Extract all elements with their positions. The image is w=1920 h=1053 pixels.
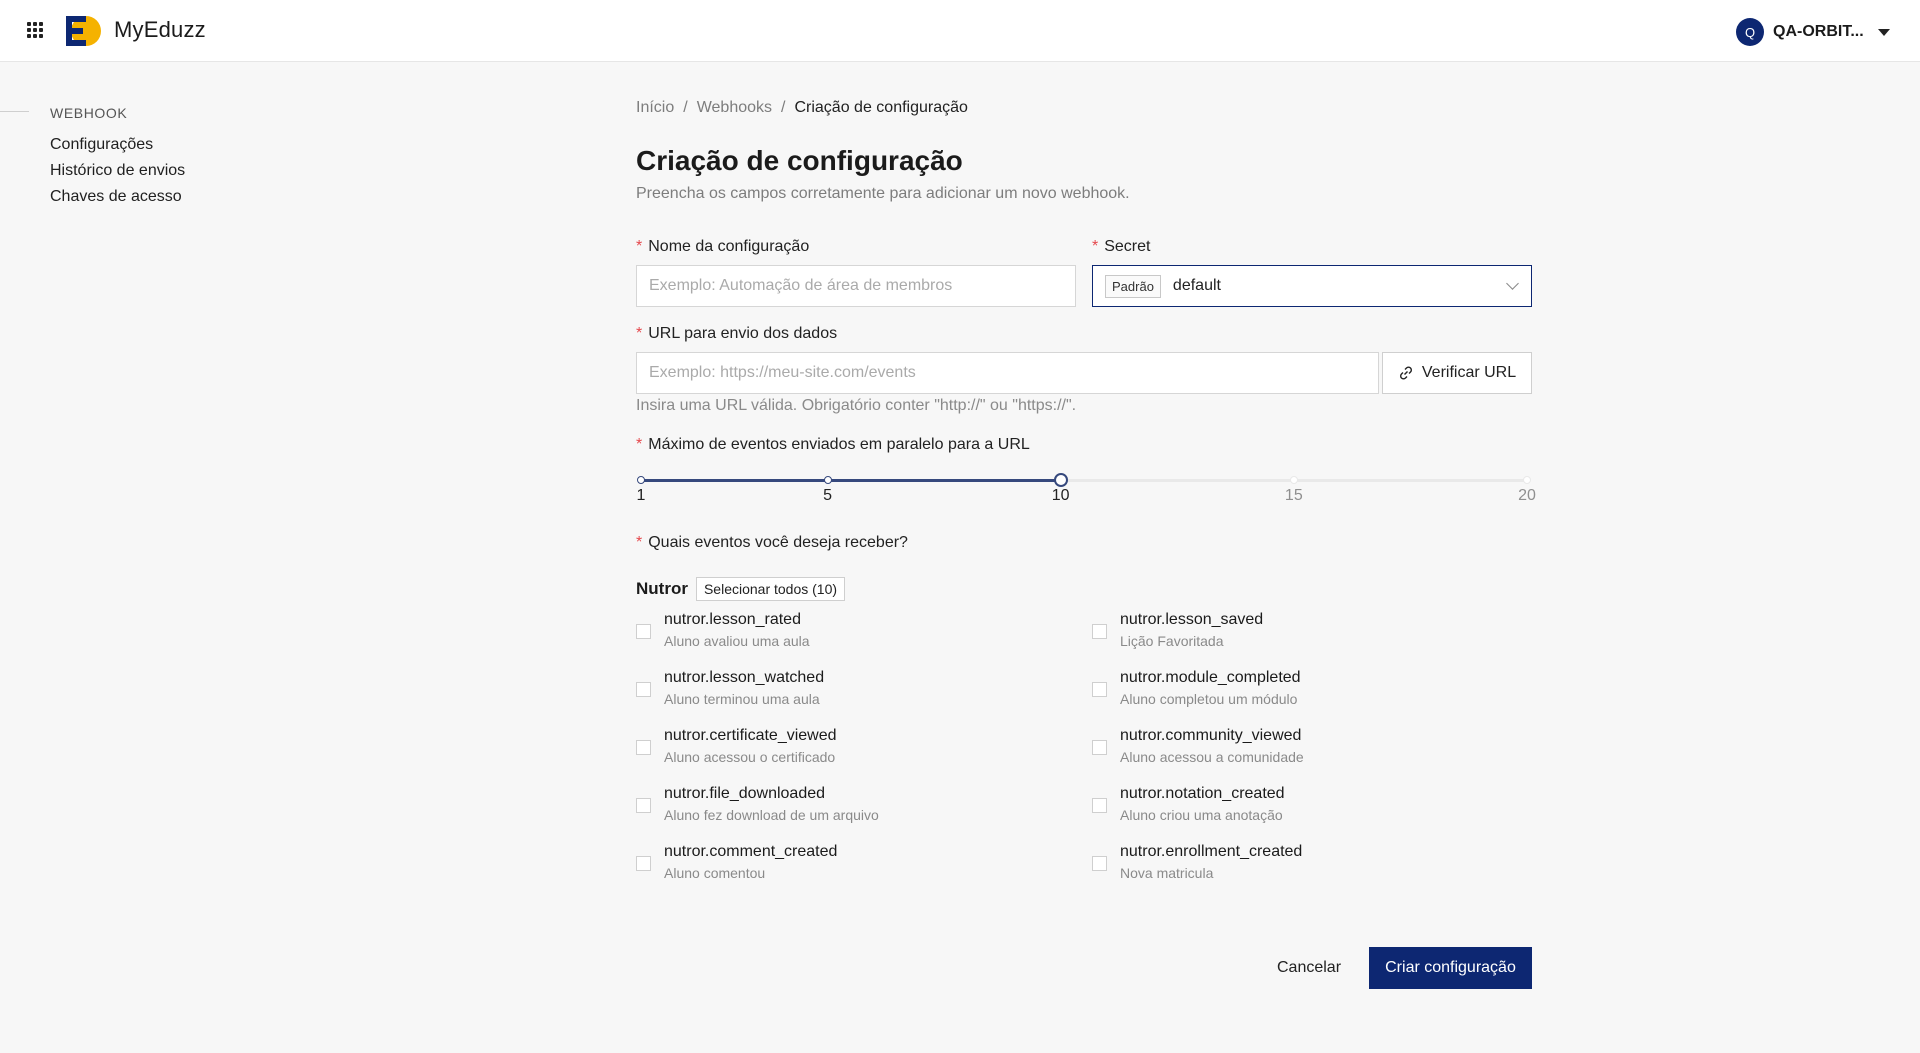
verify-url-button[interactable]: Verificar URL — [1382, 352, 1532, 394]
events-label: * Quais eventos você deseja receber? — [636, 534, 908, 552]
create-config-button[interactable]: Criar configuração — [1369, 947, 1532, 989]
slider-fill — [641, 479, 1061, 482]
sidebar-divider — [0, 111, 29, 112]
event-description: Aluno acessou a comunidade — [1120, 749, 1304, 765]
event-name: nutror.notation_created — [1120, 785, 1285, 802]
secret-label-text: Secret — [1104, 238, 1151, 255]
required-mark: * — [1092, 238, 1099, 255]
event-name: nutror.lesson_watched — [664, 669, 825, 686]
event-description: Aluno fez download de um arquivo — [664, 807, 879, 823]
event-description: Lição Favoritada — [1120, 633, 1224, 649]
brand-name: MyEduzz — [114, 17, 206, 42]
event-description: Aluno criou uma anotação — [1120, 807, 1283, 823]
default-tag: Padrão — [1105, 274, 1161, 298]
slider-handle[interactable] — [1053, 473, 1068, 487]
slider-dot — [1523, 476, 1531, 484]
event-description: Aluno acessou o certificado — [664, 749, 836, 765]
event-checkbox[interactable] — [1092, 740, 1107, 755]
parallel-label: * Máximo de eventos enviados em paralelo … — [636, 436, 1030, 454]
url-hint: Insira uma URL válida. Obrigatório conte… — [636, 397, 1077, 414]
url-label-text: URL para envio dos dados — [648, 325, 838, 342]
name-label-text: Nome da configuração — [648, 238, 810, 255]
top-bar: MyEduzz Q QA-ORBIT... — [0, 0, 1920, 62]
event-checkbox[interactable] — [1092, 682, 1107, 697]
avatar: Q — [1736, 18, 1764, 46]
sidebar-item-configuracoes[interactable]: Configurações — [50, 136, 153, 154]
required-mark: * — [636, 534, 643, 551]
breadcrumb-current: Criação de configuração — [794, 99, 968, 116]
event-checkbox[interactable] — [636, 682, 651, 697]
slider-mark-label: 1 — [636, 487, 646, 504]
event-name: nutror.enrollment_created — [1120, 843, 1303, 860]
slider-dot — [1289, 476, 1298, 484]
chevron-down-icon — [1506, 277, 1519, 290]
caret-down-icon — [1877, 28, 1890, 36]
account-menu[interactable]: Q QA-ORBIT... — [1736, 18, 1890, 46]
cancel-button[interactable]: Cancelar — [1262, 947, 1356, 989]
verify-url-label: Verificar URL — [1421, 364, 1517, 381]
url-label: * URL para envio dos dados — [636, 325, 837, 343]
slider-dot — [637, 476, 645, 484]
event-name: nutror.module_completed — [1120, 669, 1301, 686]
event-checkbox[interactable] — [636, 798, 651, 813]
event-checkbox[interactable] — [1092, 856, 1107, 871]
event-checkbox[interactable] — [1092, 798, 1107, 813]
secret-select[interactable]: Padrão default — [1092, 265, 1532, 307]
select-all-button[interactable]: Selecionar todos (10) — [695, 577, 846, 601]
required-mark: * — [636, 238, 643, 255]
slider-mark-label: 15 — [1284, 487, 1303, 504]
sidebar-section-title: WEBHOOK — [50, 105, 128, 121]
url-input[interactable]: Exemplo: https://meu-site.com/events — [636, 352, 1379, 394]
event-description: Aluno avaliou uma aula — [664, 633, 810, 649]
events-label-text: Quais eventos você deseja receber? — [648, 534, 908, 551]
event-description: Aluno terminou uma aula — [664, 691, 820, 707]
event-checkbox[interactable] — [636, 856, 651, 871]
event-name: nutror.lesson_rated — [664, 611, 801, 628]
parallel-slider[interactable] — [637, 473, 1531, 487]
event-checkbox[interactable] — [636, 740, 651, 755]
apps-grid-icon[interactable] — [27, 22, 45, 40]
event-name: nutror.certificate_viewed — [664, 727, 837, 744]
myeduzz-logo — [66, 16, 101, 46]
event-checkbox[interactable] — [1092, 624, 1107, 639]
slider-mark-label: 5 — [823, 487, 832, 504]
name-label: * Nome da configuração — [636, 238, 809, 256]
config-name-input[interactable]: Exemplo: Automação de área de membros — [636, 265, 1076, 307]
event-name: nutror.community_viewed — [1120, 727, 1302, 744]
sidebar-item-chaves[interactable]: Chaves de acesso — [50, 188, 182, 206]
slider-mark-label: 10 — [1051, 487, 1070, 504]
event-description: Aluno completou um módulo — [1120, 691, 1298, 707]
account-name: QA-ORBIT... — [1773, 23, 1864, 40]
event-description: Aluno comentou — [664, 865, 766, 881]
link-icon — [1399, 366, 1412, 380]
required-mark: * — [636, 325, 643, 342]
breadcrumb-inicio[interactable]: Início — [636, 99, 674, 117]
event-name: nutror.file_downloaded — [664, 785, 826, 802]
page-title: Criação de configuração — [636, 145, 963, 176]
breadcrumb-separator: / — [683, 99, 688, 116]
event-name: nutror.comment_created — [664, 843, 838, 860]
event-description: Nova matricula — [1120, 865, 1214, 881]
event-name: nutror.lesson_saved — [1120, 611, 1264, 628]
breadcrumb: Início / Webhooks / Criação de configura… — [636, 99, 968, 117]
breadcrumb-separator: / — [781, 99, 786, 116]
secret-label: * Secret — [1092, 238, 1150, 256]
slider-dot — [823, 476, 832, 484]
event-checkbox[interactable] — [636, 624, 651, 639]
secret-value: default — [1172, 277, 1221, 294]
breadcrumb-webhooks[interactable]: Webhooks — [697, 99, 772, 117]
event-group-name: Nutror — [636, 579, 688, 598]
slider-mark-label: 20 — [1518, 487, 1536, 504]
event-group-nutror: Nutror Selecionar todos (10) — [636, 577, 846, 601]
required-mark: * — [636, 436, 643, 453]
parallel-label-text: Máximo de eventos enviados em paralelo p… — [648, 436, 1030, 453]
sidebar-item-historico[interactable]: Histórico de envios — [50, 162, 185, 180]
page-subtitle: Preencha os campos corretamente para adi… — [636, 185, 1130, 202]
